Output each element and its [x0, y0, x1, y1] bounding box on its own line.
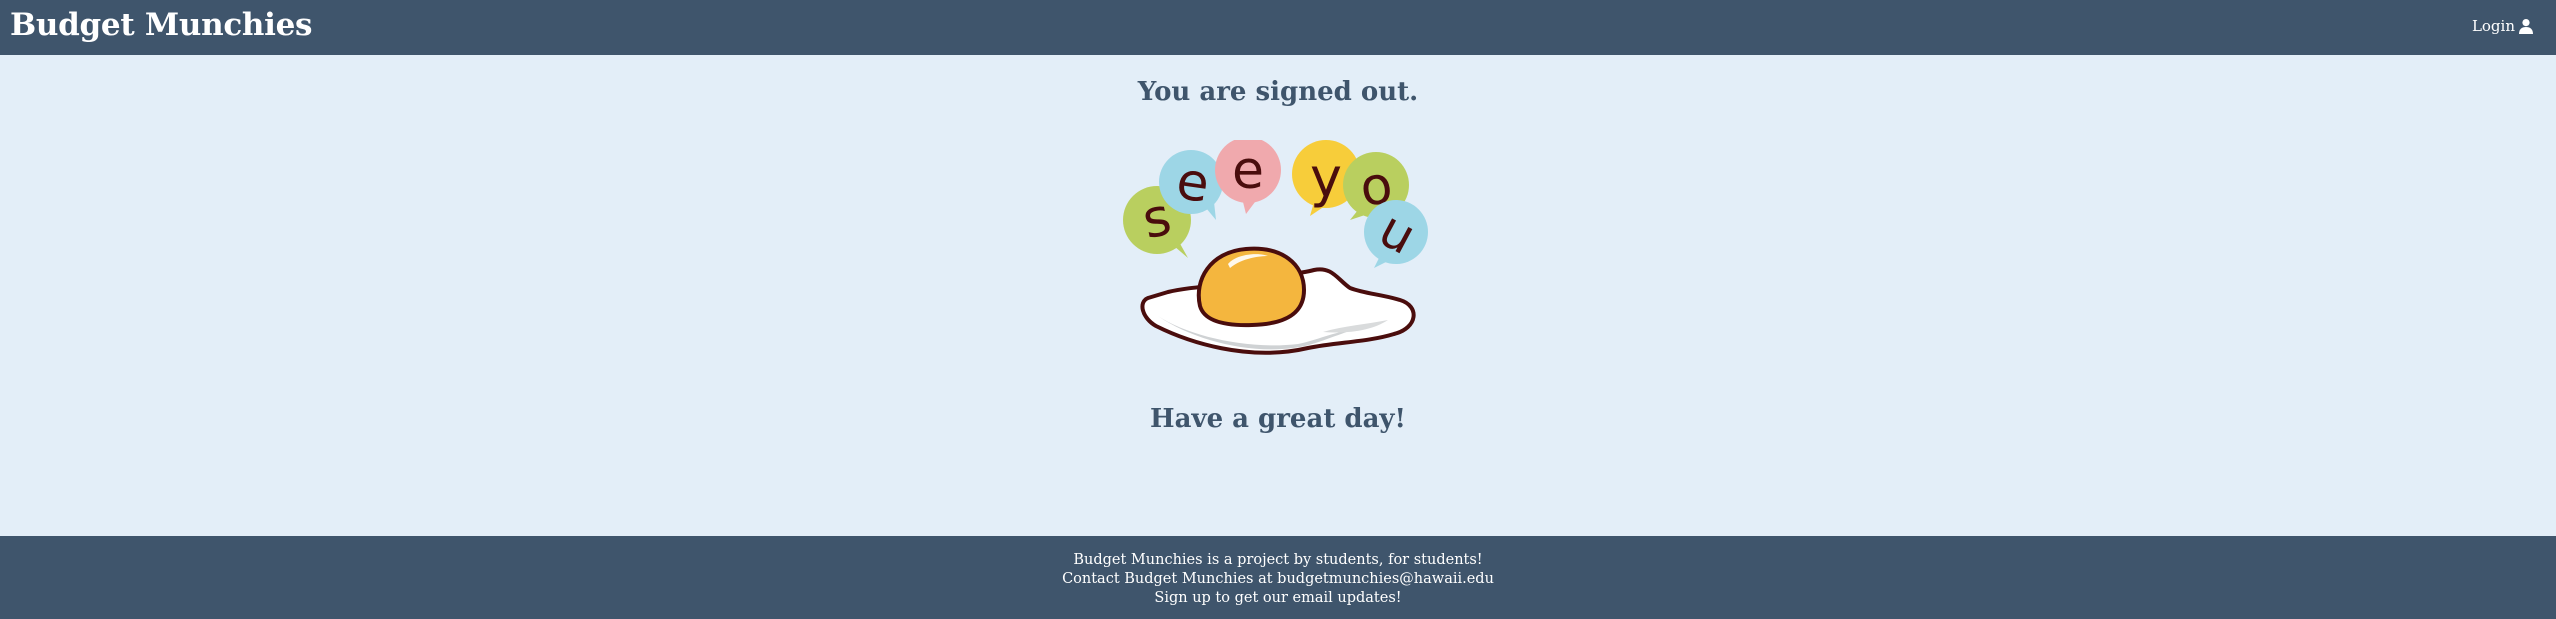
main-content: You are signed out. s e e y o u Have a g…	[0, 55, 2556, 536]
brand-link[interactable]: Budget Munchies	[10, 6, 312, 44]
see-you-egg-illustration: s e e y o u	[1123, 140, 1428, 355]
svg-text:e: e	[1232, 141, 1264, 201]
farewell-message: Have a great day!	[1150, 404, 1406, 434]
footer: Budget Munchies is a project by students…	[0, 536, 2556, 619]
bubble-e2: e	[1215, 140, 1281, 214]
footer-signup: Sign up to get our email updates!	[1154, 590, 1402, 606]
signed-out-heading: You are signed out.	[1137, 77, 1419, 107]
login-label: Login	[2471, 17, 2515, 35]
bubble-u: u	[1364, 200, 1428, 268]
login-button[interactable]: Login	[2472, 16, 2534, 36]
egg-yolk	[1196, 246, 1306, 328]
footer-text: Budget Munchies is a project by students…	[0, 551, 2556, 608]
svg-text:y: y	[1310, 146, 1342, 209]
footer-contact: Contact Budget Munchies at budgetmunchie…	[1062, 571, 1494, 587]
footer-tagline: Budget Munchies is a project by students…	[1073, 552, 1483, 568]
user-icon	[2519, 19, 2533, 34]
navbar: Budget Munchies Login	[0, 0, 2556, 55]
